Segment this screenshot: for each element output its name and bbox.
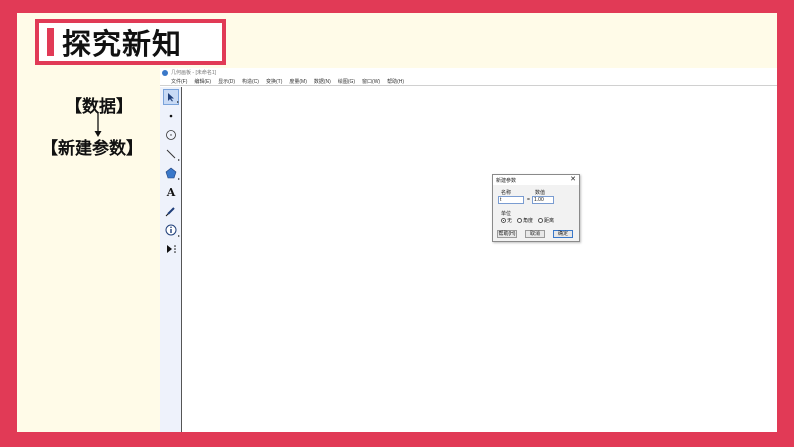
menu-construct[interactable]: 构造(C) <box>242 78 259 85</box>
value-label: 数值 <box>535 190 546 196</box>
unit-none-label: 无 <box>507 218 513 224</box>
units-label: 单位 <box>501 211 512 217</box>
menu-data[interactable]: 数据(N) <box>314 78 331 85</box>
units-radio-group: 无 角度 距离 <box>501 217 554 224</box>
menu-file[interactable]: 文件(F) <box>171 78 187 85</box>
radio-icon <box>517 218 523 223</box>
new-parameter-label: 【新建参数】 <box>41 139 143 159</box>
arrow-tool-icon <box>168 93 174 102</box>
toolbox: ▸ ▸ ▸ A ▸ <box>160 87 182 432</box>
value-input[interactable]: 1.00 <box>532 196 554 204</box>
menu-display[interactable]: 显示(D) <box>218 78 235 85</box>
unit-distance-radio[interactable]: 距离 <box>538 217 554 224</box>
text-tool[interactable]: A <box>163 184 179 200</box>
custom-tool-icon <box>167 245 176 253</box>
equals-sign: = <box>527 197 530 203</box>
unit-angle-label: 角度 <box>523 218 534 224</box>
arrow-tool[interactable]: ▸ <box>163 89 179 105</box>
close-icon[interactable]: ✕ <box>570 175 576 184</box>
point-tool-icon <box>169 114 173 118</box>
menu-help[interactable]: 帮助(H) <box>387 78 404 85</box>
menu-transform[interactable]: 变换(T) <box>266 78 282 85</box>
information-icon <box>165 224 177 236</box>
unit-none-radio[interactable]: 无 <box>501 217 512 224</box>
slide: 探究新知 【数据】 【新建参数】 几何画板 - [未命名1] 文件(F) 编辑(… <box>17 13 777 432</box>
slide-title: 探究新知 <box>62 27 183 61</box>
submenu-indicator-icon: ▸ <box>177 176 180 181</box>
title-accent-bar <box>47 28 54 56</box>
submenu-indicator-icon: ▸ <box>176 99 179 104</box>
app-icon <box>162 69 168 76</box>
information-tool[interactable]: ▸ <box>163 222 180 238</box>
radio-selected-icon <box>501 218 506 223</box>
custom-tool[interactable] <box>163 241 179 257</box>
menu-edit[interactable]: 编辑(E) <box>194 78 211 85</box>
sketchpad-window: 几何画板 - [未命名1] 文件(F) 编辑(E) 显示(D) 构造(C) 变换… <box>160 68 777 432</box>
marker-pen-icon <box>165 207 175 217</box>
unit-distance-label: 距离 <box>544 218 555 224</box>
dialog-titlebar: 新建参数 ✕ <box>493 175 579 185</box>
straightedge-tool-icon <box>166 149 176 159</box>
window-titlebar: 几何画板 - [未命名1] <box>160 68 777 77</box>
straightedge-tool[interactable]: ▸ <box>163 146 180 162</box>
submenu-indicator-icon: ▸ <box>177 233 180 238</box>
menu-measure[interactable]: 度量(M) <box>289 78 307 85</box>
name-input[interactable]: t <box>498 196 524 204</box>
help-button[interactable]: 帮助(H) <box>497 230 517 238</box>
menu-window[interactable]: 窗口(W) <box>362 78 380 85</box>
compass-tool[interactable] <box>163 127 179 143</box>
cancel-button[interactable]: 取消 <box>525 230 545 238</box>
polygon-tool-icon <box>165 167 177 179</box>
menu-bar: 文件(F) 编辑(E) 显示(D) 构造(C) 变换(T) 度量(M) 数据(N… <box>160 77 777 86</box>
marker-tool[interactable] <box>163 203 179 219</box>
point-tool[interactable] <box>163 108 179 124</box>
menu-graph[interactable]: 绘图(G) <box>338 78 355 85</box>
compass-tool-icon <box>166 130 176 140</box>
dialog-title: 新建参数 <box>496 178 517 184</box>
polygon-tool[interactable]: ▸ <box>163 165 180 181</box>
sketch-canvas[interactable] <box>183 87 777 432</box>
submenu-indicator-icon: ▸ <box>177 157 180 162</box>
unit-angle-radio[interactable]: 角度 <box>517 217 533 224</box>
new-parameter-dialog: 新建参数 ✕ 名称 数值 t = 1.00 单位 无 角度 距离 帮助(H) 取… <box>492 174 580 242</box>
window-title: 几何画板 - [未命名1] <box>171 70 217 76</box>
radio-icon <box>538 218 544 223</box>
title-box: 探究新知 <box>35 19 226 65</box>
ok-button[interactable]: 确定 <box>553 230 573 238</box>
name-label: 名称 <box>501 190 512 196</box>
text-tool-icon: A <box>166 185 176 199</box>
